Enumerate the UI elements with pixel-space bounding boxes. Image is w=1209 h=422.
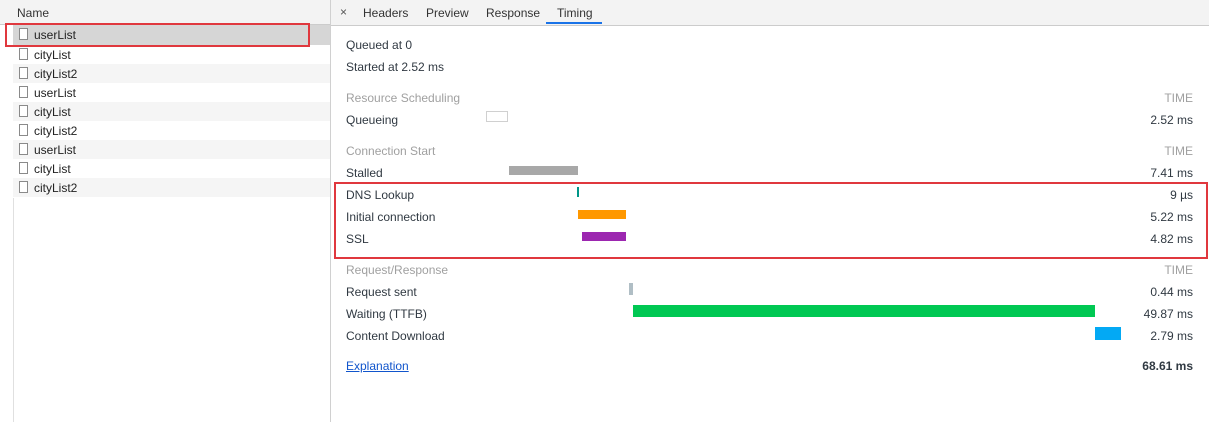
- document-icon: [19, 143, 28, 155]
- close-icon[interactable]: ×: [340, 5, 347, 19]
- request-row[interactable]: cityList: [13, 45, 330, 64]
- request-name: userList: [34, 86, 77, 100]
- request-name: userList: [34, 143, 77, 157]
- request-row[interactable]: cityList2: [13, 121, 330, 140]
- request-name: cityList: [34, 162, 71, 176]
- document-icon: [19, 67, 28, 79]
- stalled-bar: [509, 166, 578, 175]
- request-name: cityList2: [34, 181, 78, 195]
- request-list: userList cityList cityList2 userList cit…: [13, 25, 330, 197]
- selected-row-highlight-box: [5, 23, 310, 47]
- request-name: cityList: [34, 48, 71, 62]
- document-icon: [19, 181, 28, 193]
- content-download-bar: [1095, 327, 1121, 340]
- tab-preview[interactable]: Preview: [426, 6, 469, 20]
- request-sent-bar: [629, 283, 633, 295]
- queueing-label: Queueing: [346, 113, 399, 127]
- request-row[interactable]: cityList2: [13, 64, 330, 83]
- waiting-ttfb-bar: [633, 305, 1095, 317]
- document-icon: [19, 86, 28, 98]
- request-name: cityList: [34, 105, 71, 119]
- waiting-ttfb-value: 49.87 ms: [1143, 307, 1193, 321]
- tab-headers[interactable]: Headers: [363, 6, 408, 20]
- detail-tab-bar: × Headers Preview Response Timing: [331, 0, 1209, 26]
- queueing-bar: [486, 111, 508, 122]
- time-column-header: TIME: [1164, 91, 1193, 105]
- document-icon: [19, 105, 28, 117]
- tab-timing[interactable]: Timing: [557, 6, 593, 20]
- content-download-value: 2.79 ms: [1150, 329, 1193, 343]
- request-name: cityList2: [34, 67, 78, 81]
- connection-highlight-box: [334, 182, 1208, 259]
- stalled-value: 7.41 ms: [1150, 166, 1193, 180]
- tab-response[interactable]: Response: [486, 6, 540, 20]
- document-icon: [19, 48, 28, 60]
- name-column-header[interactable]: Name: [0, 0, 330, 25]
- request-row[interactable]: userList: [13, 140, 330, 159]
- started-at: Started at 2.52 ms: [346, 60, 445, 74]
- document-icon: [19, 124, 28, 136]
- request-row[interactable]: userList: [13, 83, 330, 102]
- total-time: 68.61 ms: [1142, 359, 1193, 373]
- queueing-value: 2.52 ms: [1150, 113, 1193, 127]
- request-row[interactable]: cityList: [13, 159, 330, 178]
- section-request-response: Request/Response: [346, 263, 449, 277]
- queued-at: Queued at 0: [346, 38, 413, 52]
- stalled-label: Stalled: [346, 166, 383, 180]
- time-column-header: TIME: [1164, 263, 1193, 277]
- content-download-label: Content Download: [346, 329, 445, 343]
- name-column-label: Name: [17, 6, 50, 20]
- request-name: cityList2: [34, 124, 78, 138]
- explanation-link[interactable]: Explanation: [346, 359, 409, 373]
- section-resource-scheduling: Resource Scheduling: [346, 91, 461, 105]
- section-connection-start: Connection Start: [346, 144, 436, 158]
- active-tab-indicator: [546, 22, 602, 24]
- request-row[interactable]: cityList2: [13, 178, 330, 197]
- request-list-panel: Name userList cityList cityList2 userLis…: [0, 0, 331, 422]
- document-icon: [19, 162, 28, 174]
- request-row[interactable]: cityList: [13, 102, 330, 121]
- request-sent-label: Request sent: [346, 285, 417, 299]
- request-sent-value: 0.44 ms: [1150, 285, 1193, 299]
- list-divider: [13, 198, 14, 422]
- time-column-header: TIME: [1164, 144, 1193, 158]
- waiting-ttfb-label: Waiting (TTFB): [346, 307, 427, 321]
